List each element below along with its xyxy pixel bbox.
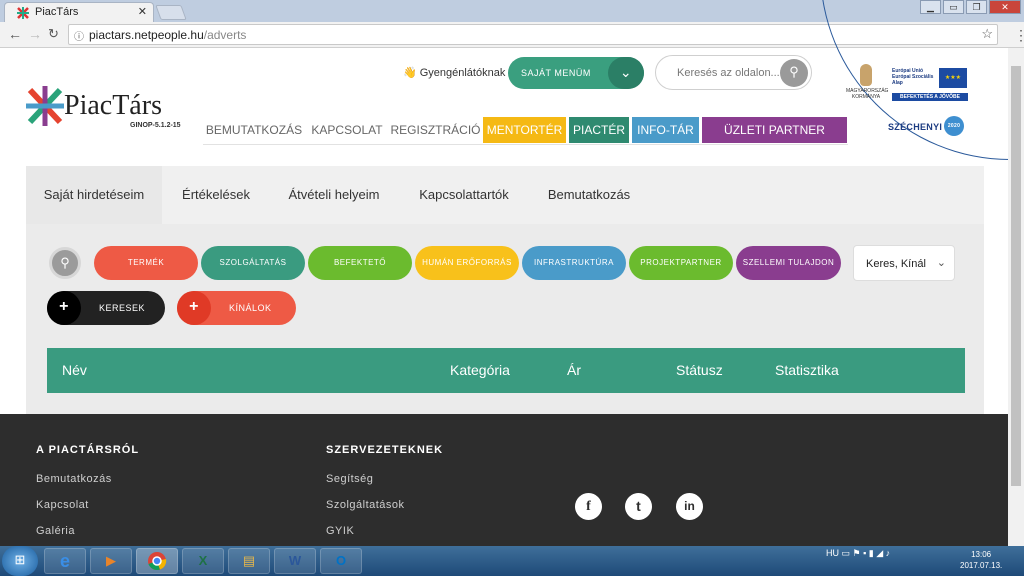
footer-link-galeria[interactable]: Galéria — [36, 525, 75, 537]
accessibility-label: Gyengénlátóknak — [419, 67, 506, 79]
hand-icon: 👋 — [403, 67, 417, 79]
col-statusz[interactable]: Státusz — [676, 362, 723, 378]
outlook-icon[interactable]: O — [320, 548, 362, 574]
language-indicator[interactable]: HU — [826, 548, 839, 558]
excel-icon[interactable]: X — [182, 548, 224, 574]
internet-explorer-icon[interactable]: e — [44, 548, 86, 574]
my-menu-button[interactable]: SAJÁT MENÜM ⌄ — [508, 57, 644, 89]
category-human-eroforras[interactable]: HUMÁN ERŐFORRÁS — [415, 246, 519, 280]
reload-icon[interactable]: ↻ — [48, 26, 59, 42]
linkedin-icon[interactable]: in — [676, 493, 703, 520]
category-projektpartner[interactable]: PROJEKTPARTNER — [629, 246, 733, 280]
close-tab-icon[interactable]: ✕ — [138, 5, 147, 18]
category-szolgaltatas[interactable]: SZOLGÁLTATÁS — [201, 246, 305, 280]
system-tray: HU ▭ ⚑ ▪ ▮ ◢ ♪ — [826, 548, 890, 559]
footer-link-bemutatkozas[interactable]: Bemutatkozás — [36, 473, 112, 485]
offer-type-select[interactable]: Keres, Kínál ⌄ — [853, 245, 955, 281]
accessibility-link[interactable]: 👋 Gyengénlátóknak — [403, 66, 505, 79]
footer-about-title: A PIACTÁRSRÓL — [36, 444, 140, 456]
nav-info-tar[interactable]: INFO-TÁR — [632, 117, 699, 143]
szechenyi-text: SZÉCHENYI — [888, 122, 943, 132]
keresek-button[interactable]: + KERESEK — [47, 291, 165, 325]
col-nev[interactable]: Név — [62, 362, 87, 378]
tab-atveteli-helyeim[interactable]: Átvételi helyeim — [280, 166, 388, 224]
nav-bemutatkozas[interactable]: BEMUTATKOZÁS — [203, 117, 305, 143]
twitter-icon[interactable]: t — [625, 493, 652, 520]
kinalok-button[interactable]: + KÍNÁLOK — [177, 291, 296, 325]
browser-tab[interactable]: PiacTárs ✕ — [4, 2, 154, 22]
tab-ertekelesek[interactable]: Értékelések — [172, 166, 260, 224]
keresek-label: KERESEK — [99, 303, 146, 313]
chevron-down-icon: ⌄ — [936, 257, 946, 269]
footer-link-gyik[interactable]: GYIK — [326, 525, 354, 537]
system-clock[interactable]: 13:06 2017.07.13. — [960, 549, 1002, 571]
scrollbar-thumb[interactable] — [1011, 66, 1021, 486]
eu-line-3: Alap — [892, 80, 903, 86]
category-termek[interactable]: TERMÉK — [94, 246, 198, 280]
szechenyi-2020-badge: 2020 — [944, 116, 964, 136]
url-host: piactars.netpeople.hu — [89, 28, 204, 42]
search-placeholder: Keresés az oldalon... — [677, 67, 780, 79]
back-icon[interactable]: ← — [8, 26, 22, 42]
tab-bemutatkozas[interactable]: Bemutatkozás — [538, 166, 640, 224]
footer-orgs-title: SZERVEZETEKNEK — [326, 444, 444, 456]
new-tab-button[interactable] — [155, 5, 187, 20]
site-footer — [0, 414, 1024, 546]
word-icon[interactable]: W — [274, 548, 316, 574]
szechenyi-logo: SZÉCHENYI 2020 — [888, 116, 964, 136]
clock-date: 2017.07.13. — [960, 561, 1003, 570]
facebook-icon[interactable]: f — [575, 493, 602, 520]
chevron-down-icon: ⌄ — [608, 57, 644, 89]
tab-sajat-hirdeteseim[interactable]: Saját hirdetéseim — [26, 166, 162, 224]
adverts-table-header: Név Kategória Ár Státusz Statisztika — [47, 348, 965, 393]
eu-flag-icon: ★★★ — [939, 68, 967, 88]
tab-kapcsolattartok[interactable]: Kapcsolattartók — [410, 166, 518, 224]
logo-mark-icon — [26, 86, 64, 126]
logo-text: PiacTárs — [64, 90, 162, 121]
eu-funding-logo: MAGYARORSZÁG KORMÁNYA Európai Unió Európa… — [846, 62, 971, 102]
media-player-icon[interactable]: ▶ — [90, 548, 132, 574]
nav-uzleti-partner-kereso[interactable]: ÜZLETI PARTNER KERESŐ — [702, 117, 847, 163]
nav-regisztracio[interactable]: REGISZTRÁCIÓ — [389, 117, 482, 143]
clock-time: 13:06 — [971, 550, 992, 559]
info-icon: ⓘ — [74, 32, 84, 43]
col-kategoria[interactable]: Kategória — [450, 362, 510, 378]
logo-subtitle: GINOP-5.1.2-15 — [130, 122, 181, 129]
browser-tab-title: PiacTárs — [35, 6, 79, 18]
filter-search-icon[interactable]: ⚲ — [49, 247, 81, 279]
category-befekteto[interactable]: BEFEKTETŐ — [308, 246, 412, 280]
footer-link-kapcsolat[interactable]: Kapcsolat — [36, 499, 89, 511]
page-scrollbar[interactable] — [1008, 48, 1024, 546]
col-ar[interactable]: Ár — [567, 362, 581, 378]
piactars-logo[interactable]: PiacTárs GINOP-5.1.2-15 — [26, 86, 196, 132]
nav-mentorter[interactable]: MENTORTÉR — [483, 117, 566, 143]
plus-icon: + — [177, 291, 211, 325]
nav-kapcsolat[interactable]: KAPCSOLAT — [305, 117, 389, 143]
category-infrastruktura[interactable]: INFRASTRUKTÚRA — [522, 246, 626, 280]
forward-icon[interactable]: → — [28, 26, 42, 42]
tray-icons[interactable]: ▭ ⚑ ▪ ▮ ◢ ♪ — [842, 548, 891, 558]
start-button-icon[interactable]: ⊞ — [2, 546, 38, 576]
hungary-gov-text: MAGYARORSZÁG KORMÁNYA — [846, 88, 889, 100]
my-menu-label: SAJÁT MENÜM — [521, 68, 591, 78]
col-statisztika[interactable]: Statisztika — [775, 362, 839, 378]
eu-slogan: BEFEKTETÉS A JÖVŐBE — [892, 93, 968, 101]
offer-type-value: Keres, Kínál — [866, 258, 926, 270]
url-path: /adverts — [203, 28, 247, 42]
kinalok-label: KÍNÁLOK — [229, 303, 272, 313]
file-explorer-icon[interactable]: ▤ — [228, 548, 270, 574]
search-icon[interactable]: ⚲ — [780, 59, 808, 87]
chrome-icon[interactable] — [136, 548, 178, 574]
plus-icon: + — [47, 291, 81, 325]
piactars-favicon-icon — [17, 7, 29, 19]
site-search-input[interactable]: Keresés az oldalon... ⚲ — [655, 55, 812, 90]
eu-text: Európai Unió Európai Szociális Alap — [892, 68, 933, 86]
footer-link-szolgaltatasok[interactable]: Szolgáltatások — [326, 499, 405, 511]
footer-link-segitseg[interactable]: Segítség — [326, 473, 373, 485]
category-szellemi-tulajdon[interactable]: SZELLEMI TULAJDON — [736, 246, 841, 280]
nav-piacter[interactable]: PIACTÉR — [569, 117, 629, 143]
